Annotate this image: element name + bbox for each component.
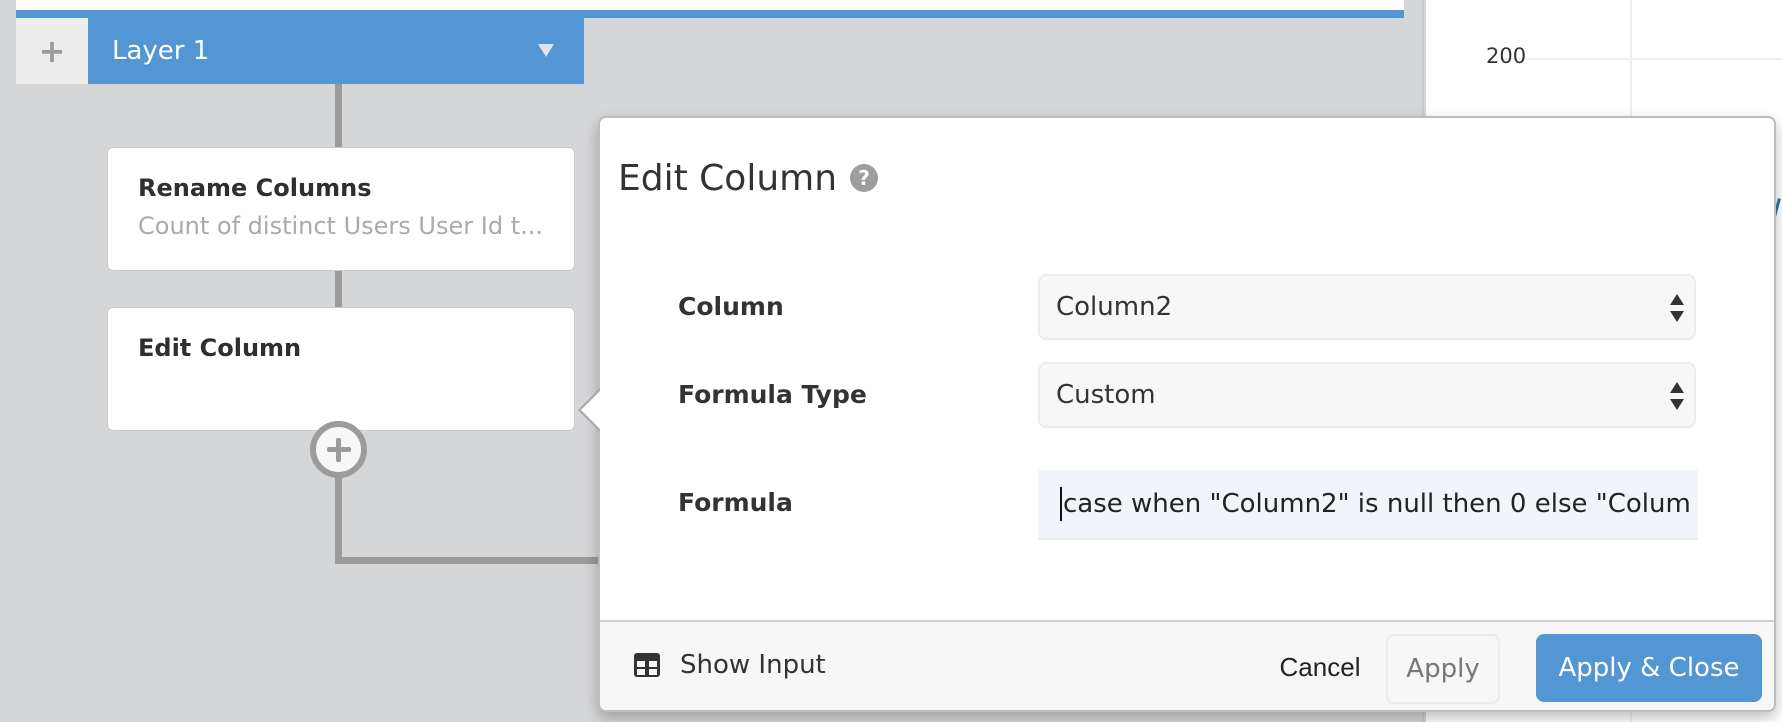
add-step-button[interactable] bbox=[310, 421, 367, 478]
plus-icon: + bbox=[38, 32, 66, 70]
caret-down-icon[interactable] bbox=[538, 44, 554, 57]
column-select[interactable]: Column2 bbox=[1038, 274, 1696, 340]
layer-tab[interactable]: Layer 1 bbox=[88, 18, 584, 84]
formula-type-select-value: Custom bbox=[1056, 380, 1156, 410]
previous-panel-edge bbox=[16, 0, 1404, 10]
y-axis-tick-label: 200 bbox=[1486, 44, 1527, 68]
apply-and-close-button[interactable]: Apply & Close bbox=[1536, 634, 1762, 702]
select-arrows-icon bbox=[1670, 382, 1684, 410]
cancel-button[interactable]: Cancel bbox=[1260, 634, 1380, 700]
table-icon bbox=[634, 653, 660, 677]
select-arrows-icon bbox=[1670, 294, 1684, 322]
step-card-edit-column[interactable]: Edit Column bbox=[107, 307, 575, 431]
layer-tab-label: Layer 1 bbox=[112, 36, 210, 66]
formula-input[interactable]: case when "Column2" is null then 0 else … bbox=[1038, 470, 1698, 540]
formula-type-label: Formula Type bbox=[678, 380, 867, 409]
chart-gridline bbox=[1500, 58, 1782, 60]
connector-line bbox=[335, 476, 342, 564]
plus-circle-icon bbox=[326, 437, 351, 462]
apply-button[interactable]: Apply bbox=[1386, 634, 1500, 704]
edit-column-popover: Edit Column ? Column Column2 Formula Typ… bbox=[578, 116, 1776, 712]
show-input-button[interactable]: Show Input bbox=[634, 650, 826, 680]
show-input-label: Show Input bbox=[680, 650, 826, 680]
connector-line bbox=[335, 84, 342, 148]
formula-input-value: case when "Column2" is null then 0 else … bbox=[1063, 489, 1691, 519]
popover-footer: Show Input Cancel Apply Apply & Close bbox=[600, 620, 1774, 710]
popover-title: Edit Column bbox=[618, 158, 838, 199]
connector-line bbox=[335, 557, 600, 564]
popover-arrow bbox=[581, 390, 601, 430]
question-circle-icon[interactable]: ? bbox=[850, 164, 878, 192]
step-subtitle: Count of distinct Users User Id t... bbox=[138, 212, 543, 240]
text-caret bbox=[1060, 487, 1062, 521]
step-card-rename-columns[interactable]: Rename Columns Count of distinct Users U… bbox=[107, 147, 575, 271]
step-title: Edit Column bbox=[138, 334, 302, 362]
connector-line bbox=[335, 270, 342, 308]
add-layer-button[interactable]: + bbox=[16, 18, 88, 84]
step-title: Rename Columns bbox=[138, 174, 372, 202]
column-select-value: Column2 bbox=[1056, 292, 1173, 322]
formula-type-select[interactable]: Custom bbox=[1038, 362, 1696, 428]
layer-active-indicator bbox=[16, 10, 1404, 18]
column-label: Column bbox=[678, 292, 784, 321]
formula-label: Formula bbox=[678, 488, 793, 517]
